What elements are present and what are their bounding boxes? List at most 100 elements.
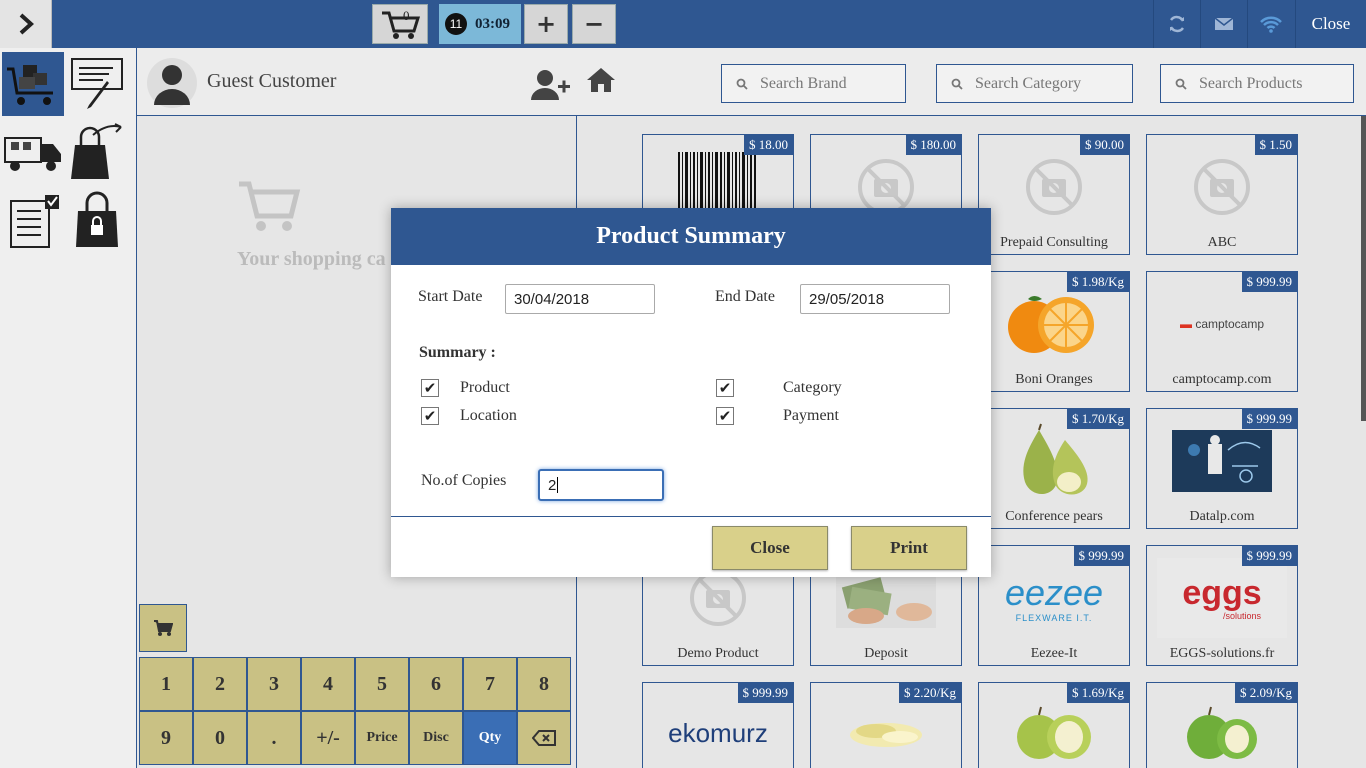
- payment-checkbox[interactable]: ✔: [716, 407, 734, 425]
- numpad-key-6[interactable]: 6: [409, 657, 463, 711]
- refresh-button[interactable]: [1153, 0, 1200, 48]
- start-date-input[interactable]: 30/04/2018: [505, 284, 655, 314]
- print-button[interactable]: Print: [851, 526, 967, 570]
- product-price: $ 18.00: [744, 135, 793, 155]
- product-card[interactable]: eggs /solutions $ 999.99 EGGS-solutions.…: [1146, 545, 1298, 666]
- checklist-icon: [10, 195, 59, 248]
- numpad-key-4[interactable]: 4: [301, 657, 355, 711]
- wifi-icon: [1260, 16, 1282, 33]
- home-button[interactable]: [585, 66, 617, 99]
- delivery-button[interactable]: [2, 120, 64, 184]
- customer-bar: Guest Customer: [137, 48, 577, 116]
- product-price: $ 999.99: [1073, 546, 1129, 566]
- product-search-bar: Search Brand Search Category Search Prod…: [577, 48, 1366, 116]
- oranges-image: [979, 284, 1129, 364]
- eggs-logo-subtext: /solutions: [1222, 611, 1262, 621]
- checklist-button[interactable]: [2, 188, 64, 252]
- end-date-input[interactable]: 29/05/2018: [800, 284, 950, 314]
- backspace-icon: [532, 730, 556, 746]
- product-card[interactable]: $ 90.00 Prepaid Consulting: [978, 134, 1130, 255]
- invoice-sign-button[interactable]: [66, 52, 128, 116]
- close-pos-button[interactable]: Close: [1295, 0, 1366, 48]
- product-price: $ 999.99: [1241, 409, 1297, 429]
- envelope-icon: [1214, 17, 1234, 30]
- numpad-key-0[interactable]: 0: [193, 711, 247, 765]
- numpad-key-1[interactable]: 1: [139, 657, 193, 711]
- locked-bag-button[interactable]: [66, 188, 128, 252]
- product-name: Eezee-It: [1030, 646, 1078, 661]
- add-order-button[interactable]: +: [524, 4, 568, 44]
- product-summary-dialog: Product Summary Start Date 30/04/2018 En…: [391, 208, 991, 577]
- product-card[interactable]: $ 2.09/Kg: [1146, 682, 1298, 768]
- product-card[interactable]: $ 2.20/Kg: [810, 682, 962, 768]
- message-button[interactable]: [1200, 0, 1247, 48]
- datalp-image: [1147, 421, 1297, 501]
- search-products-input[interactable]: Search Products: [1160, 64, 1354, 103]
- pos-mode-button[interactable]: [2, 52, 64, 116]
- numpad-key-8[interactable]: 8: [517, 657, 571, 711]
- search-icon: [1175, 78, 1187, 90]
- remove-order-button[interactable]: −: [572, 4, 616, 44]
- return-button[interactable]: [66, 120, 128, 184]
- menu-toggle-button[interactable]: [0, 0, 52, 48]
- eggs-logo-text: eggs: [1182, 574, 1262, 612]
- numpad-key-5[interactable]: 5: [355, 657, 409, 711]
- product-card[interactable]: $ 999.99 Datalp.com: [1146, 408, 1298, 529]
- numpad-key-price[interactable]: Price: [355, 711, 409, 765]
- product-name: ABC: [1207, 235, 1237, 250]
- no-image-icon: [979, 147, 1129, 227]
- product-card[interactable]: ekomurz $ 999.99: [642, 682, 794, 768]
- location-checkbox-label: Location: [460, 407, 517, 424]
- payment-checkbox-label: Payment: [783, 407, 839, 424]
- connection-status[interactable]: [1247, 0, 1294, 48]
- search-brand-input[interactable]: Search Brand: [721, 64, 906, 103]
- product-card[interactable]: eezee FLEXWARE I.T. $ 999.99 Eezee-It: [978, 545, 1130, 666]
- product-price: $ 999.99: [1241, 546, 1297, 566]
- empty-cart-icon: [237, 178, 301, 239]
- eezee-logo: eezee FLEXWARE I.T.: [979, 558, 1129, 638]
- signature-icon: [71, 58, 123, 109]
- customer-avatar[interactable]: [147, 58, 197, 108]
- product-card[interactable]: ▬ camptocamp $ 999.99 camptocamp.com: [1146, 271, 1298, 392]
- numpad-key-backspace[interactable]: [517, 711, 571, 765]
- numpad-key-2[interactable]: 2: [193, 657, 247, 711]
- product-card[interactable]: $ 1.69/Kg: [978, 682, 1130, 768]
- search-brand-placeholder: Search Brand: [760, 74, 847, 92]
- customer-name[interactable]: Guest Customer: [207, 70, 336, 93]
- numpad-key-7[interactable]: 7: [463, 657, 517, 711]
- product-name: Conference pears: [1005, 509, 1103, 524]
- copies-value: 2: [548, 476, 557, 494]
- product-name: Deposit: [864, 646, 908, 661]
- add-customer-button[interactable]: [531, 68, 571, 105]
- search-products-placeholder: Search Products: [1199, 74, 1303, 92]
- start-date-label: Start Date: [418, 288, 483, 305]
- product-name: Boni Oranges: [1015, 372, 1093, 387]
- numpad-key-decimal[interactable]: .: [247, 711, 301, 765]
- product-price: $ 999.99: [737, 683, 793, 703]
- location-checkbox[interactable]: ✔: [421, 407, 439, 425]
- cart-toggle-button[interactable]: [139, 604, 187, 652]
- copies-input[interactable]: 2: [538, 469, 664, 501]
- product-scrollbar[interactable]: [1361, 116, 1366, 421]
- add-user-icon: [531, 70, 570, 100]
- product-name: EGGS-solutions.fr: [1169, 646, 1275, 661]
- dialog-footer-divider: [391, 516, 991, 517]
- session-indicator[interactable]: 11 03:09: [439, 4, 521, 44]
- product-card[interactable]: $ 1.98/Kg Boni Oranges: [978, 271, 1130, 392]
- product-card[interactable]: $ 1.50 ABC: [1146, 134, 1298, 255]
- top-bar: 0 11 03:09 + − Close: [0, 0, 1366, 48]
- product-card[interactable]: $ 1.70/Kg Conference pears: [978, 408, 1130, 529]
- user-icon: [154, 65, 190, 105]
- numpad-key-9[interactable]: 9: [139, 711, 193, 765]
- text-caret: [557, 477, 559, 493]
- product-price: $ 1.50: [1254, 135, 1297, 155]
- search-category-input[interactable]: Search Category: [936, 64, 1133, 103]
- close-dialog-button[interactable]: Close: [712, 526, 828, 570]
- numpad-key-disc[interactable]: Disc: [409, 711, 463, 765]
- category-checkbox[interactable]: ✔: [716, 379, 734, 397]
- cart-button[interactable]: 0: [372, 4, 428, 44]
- numpad-key-sign[interactable]: +/-: [301, 711, 355, 765]
- numpad-key-3[interactable]: 3: [247, 657, 301, 711]
- numpad-key-qty[interactable]: Qty: [463, 711, 517, 765]
- product-checkbox[interactable]: ✔: [421, 379, 439, 397]
